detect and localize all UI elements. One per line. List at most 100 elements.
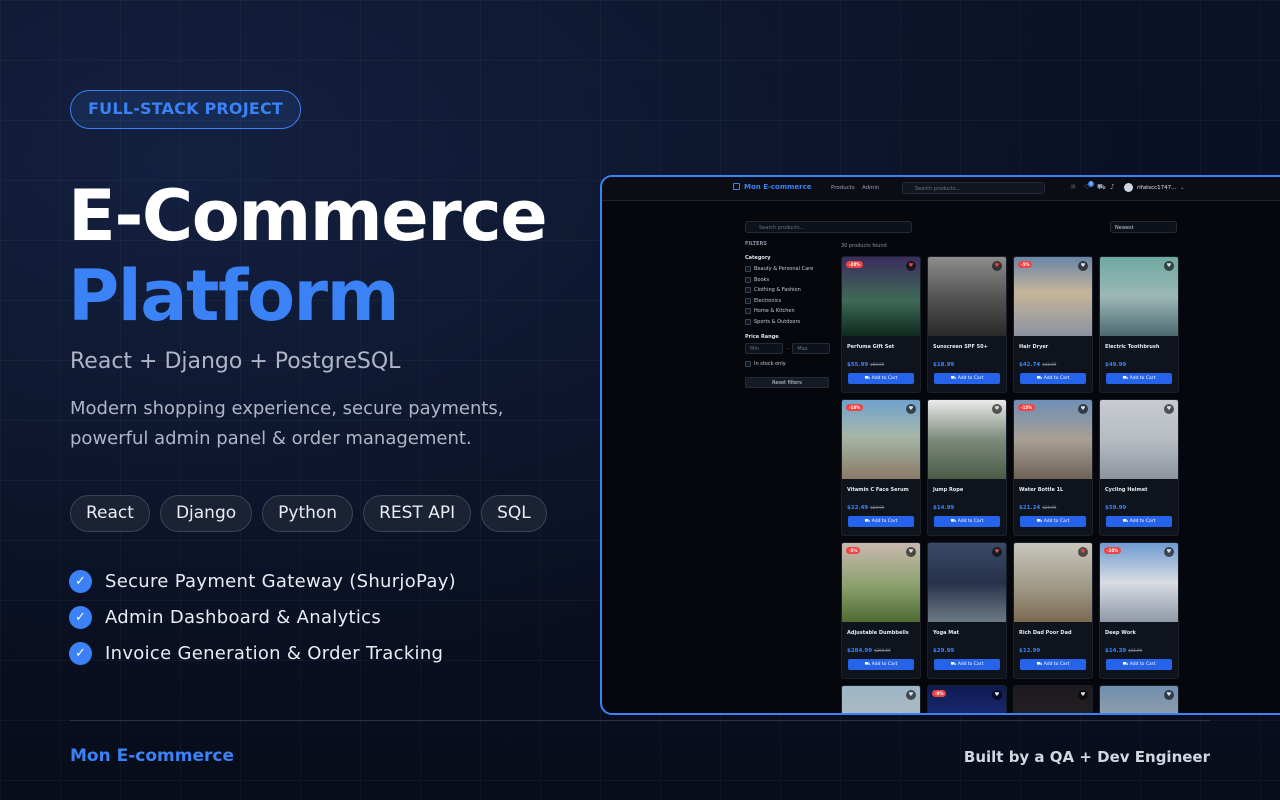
avatar[interactable] (1124, 183, 1133, 192)
product-card[interactable]: -15% ♥ Water Bottle 1L $21.24 $24.99 ⛟ Add to… (1013, 399, 1093, 536)
checkbox[interactable] (745, 287, 751, 294)
add-to-cart-button[interactable]: ⛟ Add to Cart (1020, 373, 1086, 384)
product-name[interactable]: Vitamin C Face Serum (847, 487, 920, 493)
min-price-input[interactable]: Min (745, 343, 783, 354)
product-name[interactable]: Electric Toothbrush (1105, 344, 1178, 350)
product-image[interactable]: ♥ (928, 257, 1006, 336)
product-card[interactable]: ♥⛟ Add to Cart (1013, 685, 1093, 713)
add-to-cart-button[interactable]: ⛟ Add to Cart (1020, 516, 1086, 527)
chevron-down-icon[interactable]: ⌄ (1180, 185, 1185, 191)
product-card[interactable]: -5% ♥ Adjustable Dumbbells $284.99 $299.99 ⛟ … (841, 542, 921, 679)
product-card[interactable]: -10% ♥ Vitamin C Face Serum $22.49 $24.99 ⛟ A… (841, 399, 921, 536)
wishlist-heart-icon[interactable]: ♥ (1078, 690, 1088, 700)
wishlist-heart-icon[interactable]: ♥ (906, 690, 916, 700)
product-card[interactable]: ♥ Sunscreen SPF 50+ $18.99 ⛟ Add to Cart (927, 256, 1007, 393)
nav-search-input[interactable]: Search products... (902, 182, 1045, 194)
category-item[interactable]: Electronics (745, 296, 830, 307)
wishlist-heart-icon[interactable]: ♥ (1078, 547, 1088, 557)
wishlist-heart-icon[interactable]: ♥ (906, 547, 916, 557)
product-name[interactable]: Rich Dad Poor Dad (1019, 630, 1092, 636)
add-to-cart-button[interactable]: ⛟ Add to Cart (1106, 373, 1172, 384)
product-name[interactable]: Perfume Gift Set (847, 344, 920, 350)
add-to-cart-button[interactable]: ⛟ Add to Cart (848, 516, 914, 527)
category-item[interactable]: Clothing & Fashion (745, 285, 830, 296)
product-image[interactable]: -5% ♥ (1014, 257, 1092, 336)
product-image[interactable]: ♥ (928, 543, 1006, 622)
checkbox[interactable] (745, 276, 751, 283)
nav-link-admin[interactable]: Admin (862, 185, 880, 191)
wishlist-heart-icon[interactable]: ♥ (1078, 404, 1088, 414)
product-name[interactable]: Cycling Helmet (1105, 487, 1178, 493)
wishlist-heart-icon[interactable]: ♥ (906, 404, 916, 414)
product-card[interactable]: -10% ♥ Deep Work $14.39 $15.99 ⛟ Add to Cart (1099, 542, 1179, 679)
nav-link-products[interactable]: Products (831, 185, 855, 191)
product-card[interactable]: -20% ♥ Perfume Gift Set $55.99 $69.99 ⛟ Add t… (841, 256, 921, 393)
product-search-input[interactable]: Search products... (745, 221, 912, 233)
product-image[interactable]: -5% ♥ (842, 543, 920, 622)
product-image[interactable]: ♥ (1014, 543, 1092, 622)
product-name[interactable]: Adjustable Dumbbells (847, 630, 920, 636)
sort-select[interactable]: Newest (1110, 221, 1177, 233)
product-name[interactable]: Jump Rope (933, 487, 1006, 493)
wishlist-heart-icon[interactable]: ♥ (1164, 261, 1174, 271)
max-price-input[interactable]: Max (792, 343, 830, 354)
product-image[interactable]: ♥ (1100, 400, 1178, 479)
product-image[interactable]: -10% ♥ (1100, 543, 1178, 622)
checkbox[interactable] (745, 361, 751, 368)
category-item[interactable]: Beauty & Personal Care (745, 264, 830, 275)
wishlist-heart-icon[interactable]: ♥ (1164, 547, 1174, 557)
add-to-cart-button[interactable]: ⛟ Add to Cart (934, 659, 1000, 670)
product-image[interactable]: -10% ♥ (842, 400, 920, 479)
wishlist-heart-icon[interactable]: ♥ (1164, 404, 1174, 414)
checkbox[interactable] (745, 318, 751, 325)
wishlist-heart-icon[interactable]: ♥ (992, 261, 1002, 271)
add-to-cart-button[interactable]: ⛟ Add to Cart (848, 659, 914, 670)
product-image[interactable]: ♥ (1100, 686, 1178, 713)
category-item[interactable]: Sports & Outdoors (745, 317, 830, 328)
product-name[interactable]: Sunscreen SPF 50+ (933, 344, 1006, 350)
add-to-cart-button[interactable]: ⛟ Add to Cart (1020, 659, 1086, 670)
product-card[interactable]: ♥⛟ Add to Cart (1099, 685, 1179, 713)
add-to-cart-button[interactable]: ⛟ Add to Cart (848, 373, 914, 384)
product-image[interactable]: -9% ♥ (928, 686, 1006, 713)
product-card[interactable]: ♥ Jump Rope $14.99 ⛟ Add to Cart (927, 399, 1007, 536)
product-card[interactable]: -9%♥⛟ Add to Cart (927, 685, 1007, 713)
wishlist-heart-icon[interactable]: ♥ (906, 261, 916, 271)
product-image[interactable]: ♥ (1014, 686, 1092, 713)
theme-icon[interactable]: ☼ (1070, 183, 1076, 191)
product-image[interactable]: -20% ♥ (842, 257, 920, 336)
wishlist-heart-icon[interactable]: ♥ (992, 404, 1002, 414)
product-card[interactable]: ♥ Cycling Helmet $59.99 ⛟ Add to Cart (1099, 399, 1179, 536)
add-to-cart-button[interactable]: ⛟ Add to Cart (934, 373, 1000, 384)
add-to-cart-button[interactable]: ⛟ Add to Cart (1106, 659, 1172, 670)
add-to-cart-button[interactable]: ⛟ Add to Cart (1106, 516, 1172, 527)
wishlist-heart-icon[interactable]: ♥ (992, 547, 1002, 557)
bell-icon[interactable]: ♪ (1110, 183, 1114, 191)
app-brand[interactable]: Mon E-commerce (744, 183, 812, 191)
add-to-cart-button[interactable]: ⛟ Add to Cart (934, 516, 1000, 527)
category-item[interactable]: Books (745, 275, 830, 286)
wishlist-heart-icon[interactable]: ♥ (1078, 261, 1088, 271)
product-name[interactable]: Hair Dryer (1019, 344, 1092, 350)
product-image[interactable]: -15% ♥ (1014, 400, 1092, 479)
user-name[interactable]: rifatscc1747... (1137, 185, 1176, 191)
product-name[interactable]: Deep Work (1105, 630, 1178, 636)
wishlist-heart-icon[interactable]: ♥ (992, 690, 1002, 700)
product-image[interactable]: ♥ (842, 686, 920, 713)
product-name[interactable]: Yoga Mat (933, 630, 1006, 636)
product-image[interactable]: ♥ (928, 400, 1006, 479)
product-card[interactable]: ♥ Electric Toothbrush $49.99 ⛟ Add to Cart (1099, 256, 1179, 393)
product-card[interactable]: -5% ♥ Hair Dryer $42.74 $44.99 ⛟ Add to Cart (1013, 256, 1093, 393)
checkbox[interactable] (745, 297, 751, 304)
in-stock-filter[interactable]: In stock only (745, 359, 830, 370)
checkbox[interactable] (745, 266, 751, 273)
product-card[interactable]: ♥ Yoga Mat $29.99 ⛟ Add to Cart (927, 542, 1007, 679)
wishlist-heart-icon[interactable]: ♥ (1164, 690, 1174, 700)
cart-icon[interactable]: ⛟ (1097, 183, 1106, 192)
product-card[interactable]: ♥⛟ Add to Cart (841, 685, 921, 713)
category-item[interactable]: Home & Kitchen (745, 306, 830, 317)
reset-filters-button[interactable]: Reset filters (745, 376, 829, 388)
product-card[interactable]: ♥ Rich Dad Poor Dad $12.99 ⛟ Add to Cart (1013, 542, 1093, 679)
checkbox[interactable] (745, 308, 751, 315)
product-name[interactable]: Water Bottle 1L (1019, 487, 1092, 493)
